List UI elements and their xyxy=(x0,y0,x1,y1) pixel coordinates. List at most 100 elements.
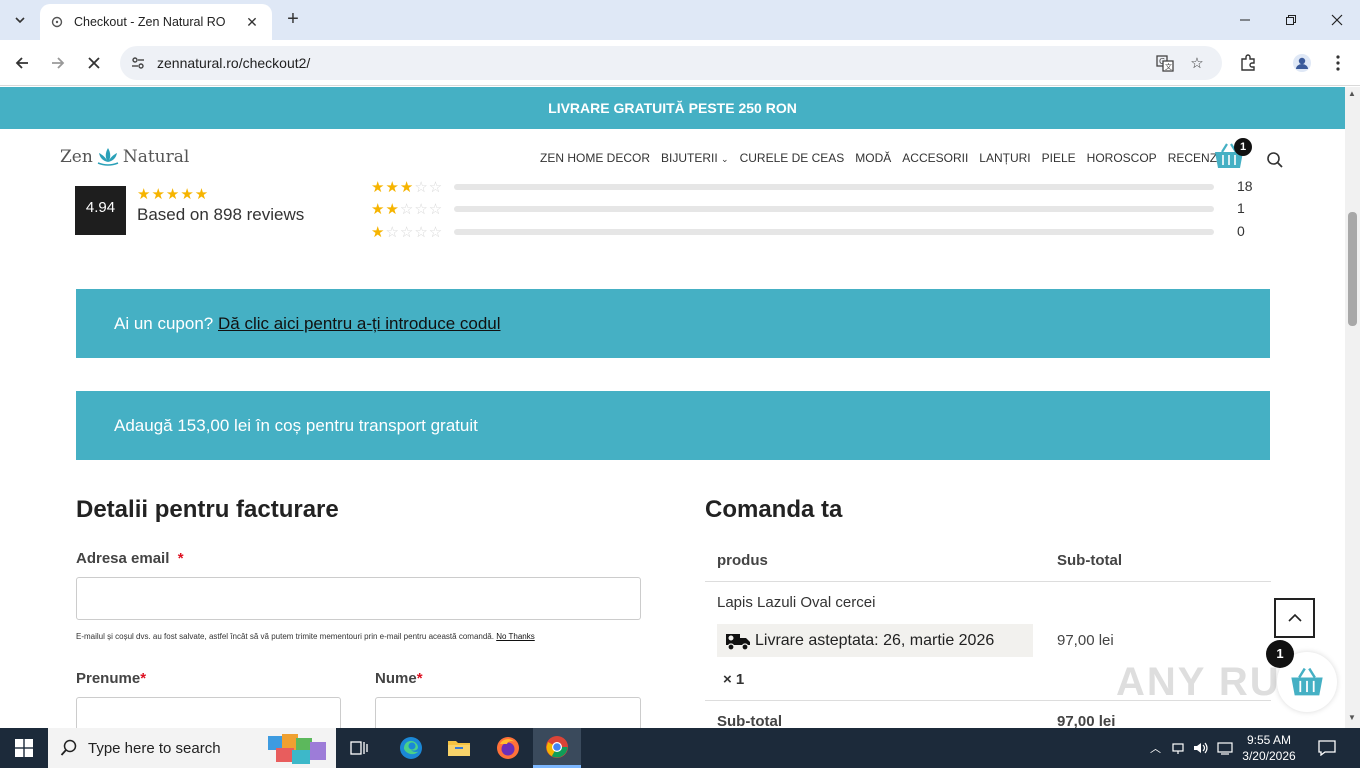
review-distribution-row[interactable]: ★★★☆☆ 18 xyxy=(371,178,1253,196)
translate-icon[interactable]: G文 xyxy=(1156,54,1174,72)
chevron-up-icon[interactable]: ︿ xyxy=(1150,740,1161,756)
taskbar-clock[interactable]: 9:55 AM 3/20/2026 xyxy=(1240,732,1298,764)
coupon-prompt: Ai un cupon? xyxy=(114,314,214,333)
review-count: 1 xyxy=(1237,200,1245,216)
minimize-button[interactable] xyxy=(1222,0,1268,40)
last-name-label-text: Nume xyxy=(375,670,417,687)
truck-icon xyxy=(726,633,750,651)
review-distribution-row[interactable]: ★★☆☆☆ 1 xyxy=(371,200,1251,218)
page-scrollbar[interactable]: ▲ ▼ xyxy=(1345,87,1360,728)
site-logo[interactable]: Zen Natural xyxy=(60,146,189,168)
average-rating-stars: ★★★★★ xyxy=(137,186,210,203)
browser-tab-strip: Checkout - Zen Natural RO ✕ + xyxy=(0,0,1360,40)
floating-cart-count-badge: 1 xyxy=(1266,640,1294,668)
start-button[interactable] xyxy=(0,728,48,768)
column-header-product: produs xyxy=(717,552,768,569)
product-name: Lapis Lazuli Oval cercei xyxy=(717,594,876,611)
star-rating-icon: ★☆☆☆☆ xyxy=(371,224,444,241)
keyboard-language-icon[interactable] xyxy=(1217,741,1233,755)
nav-item-moda[interactable]: MODĂ xyxy=(855,151,891,165)
search-icon[interactable] xyxy=(1266,151,1284,169)
subtotal-label: Sub-total xyxy=(717,713,782,728)
nav-item-piele[interactable]: PIELE xyxy=(1042,151,1076,165)
stop-loading-button[interactable] xyxy=(81,50,107,76)
logo-text-left: Zen xyxy=(60,147,93,167)
subtotal-value: 97,00 lei xyxy=(1057,713,1116,728)
browser-tab[interactable]: Checkout - Zen Natural RO ✕ xyxy=(40,4,272,40)
taskbar-firefox[interactable] xyxy=(484,728,532,768)
edge-browser-icon xyxy=(400,737,422,759)
divider xyxy=(705,581,1271,582)
free-shipping-banner: Adaugă 153,00 lei în coș pentru transpor… xyxy=(76,391,1270,460)
new-tab-button[interactable]: + xyxy=(282,8,304,30)
scroll-up-arrow-icon[interactable]: ▲ xyxy=(1348,89,1356,98)
chevron-up-icon xyxy=(1287,613,1302,622)
nav-item-lanturi[interactable]: LANȚURI xyxy=(979,151,1030,165)
taskbar-search[interactable]: Type here to search xyxy=(48,728,336,768)
coupon-link[interactable]: Dă clic aici pentru a-ți introduce codul xyxy=(218,314,501,333)
browser-toolbar: zennatural.ro/checkout2/ G文 ☆ xyxy=(0,40,1360,86)
scrollbar-thumb[interactable] xyxy=(1348,212,1357,326)
speaker-icon[interactable] xyxy=(1193,741,1209,755)
email-label-text: Adresa email xyxy=(76,550,170,567)
arrow-right-icon xyxy=(52,57,65,69)
main-navigation: ZEN HOME DECOR BIJUTERII ⌄ CURELE DE CEA… xyxy=(540,151,1238,165)
loading-icon xyxy=(51,16,63,28)
review-bar xyxy=(454,229,1214,235)
bookmark-star-icon[interactable]: ☆ xyxy=(1188,54,1206,72)
browser-menu-icon[interactable] xyxy=(1327,52,1349,74)
chevron-down-icon: ⌄ xyxy=(721,154,729,164)
forward-button[interactable] xyxy=(45,50,71,76)
search-highlight-puzzle-icon xyxy=(268,734,326,764)
no-thanks-link[interactable]: No Thanks xyxy=(496,632,535,641)
review-distribution-row[interactable]: ★☆☆☆☆ 0 xyxy=(371,223,1251,241)
nav-item-bijuterii[interactable]: BIJUTERII ⌄ xyxy=(661,151,729,165)
expected-delivery: Livrare asteptata: 26, martie 2026 xyxy=(717,624,1033,657)
required-mark: * xyxy=(416,670,423,687)
clock-date: 3/20/2026 xyxy=(1242,749,1296,763)
nav-item-zen-home-decor[interactable]: ZEN HOME DECOR xyxy=(540,151,650,165)
nav-item-accesorii[interactable]: ACCESORII xyxy=(902,151,968,165)
cart-count-badge: 1 xyxy=(1234,138,1252,156)
restore-button[interactable] xyxy=(1268,0,1314,40)
close-icon xyxy=(1331,14,1343,26)
extensions-icon[interactable] xyxy=(1237,52,1259,74)
star-rating-icon: ★★☆☆☆ xyxy=(371,201,444,218)
address-bar[interactable]: zennatural.ro/checkout2/ G文 ☆ xyxy=(120,46,1222,80)
last-name-field[interactable] xyxy=(375,697,641,728)
column-header-subtotal: Sub-total xyxy=(1057,552,1122,569)
folder-icon xyxy=(448,741,470,756)
first-name-field[interactable] xyxy=(76,697,341,728)
basket-icon xyxy=(1291,667,1323,696)
site-settings-icon[interactable] xyxy=(130,55,146,71)
star-rating-icon: ★★★☆☆ xyxy=(371,179,444,196)
tab-title: Checkout - Zen Natural RO xyxy=(74,15,226,29)
nav-item-horoscop[interactable]: HOROSCOP xyxy=(1087,151,1157,165)
clock-time: 9:55 AM xyxy=(1246,733,1292,747)
url-text: zennatural.ro/checkout2/ xyxy=(157,55,311,71)
first-name-label-text: Prenume xyxy=(76,670,141,687)
scroll-to-top-button[interactable] xyxy=(1274,598,1315,638)
arrow-left-icon xyxy=(15,57,28,69)
taskbar-chrome[interactable] xyxy=(533,728,581,768)
svg-text:文: 文 xyxy=(1165,62,1172,71)
reviews-count-text: Based on 898 reviews xyxy=(137,205,305,224)
back-button[interactable] xyxy=(9,50,35,76)
tab-search-button[interactable] xyxy=(8,8,32,32)
chevron-down-icon xyxy=(15,17,25,24)
nav-item-curele-de-ceas[interactable]: CURELE DE CEAS xyxy=(740,151,845,165)
taskbar-file-explorer[interactable] xyxy=(435,728,483,768)
network-icon[interactable] xyxy=(1171,741,1185,755)
logo-text-right: Natural xyxy=(122,147,190,167)
profile-avatar-icon[interactable] xyxy=(1291,52,1313,74)
task-view-button[interactable] xyxy=(336,728,384,768)
promo-banner: LIVRARE GRATUITĂ PESTE 250 RON xyxy=(0,87,1345,129)
taskbar-edge[interactable] xyxy=(387,728,435,768)
notification-center-button[interactable] xyxy=(1304,728,1350,768)
review-count: 0 xyxy=(1237,223,1245,239)
minimize-icon xyxy=(1240,19,1250,21)
close-tab-icon[interactable]: ✕ xyxy=(242,14,262,31)
email-field[interactable] xyxy=(76,577,641,620)
scroll-down-arrow-icon[interactable]: ▼ xyxy=(1348,713,1356,722)
close-window-button[interactable] xyxy=(1314,0,1360,40)
